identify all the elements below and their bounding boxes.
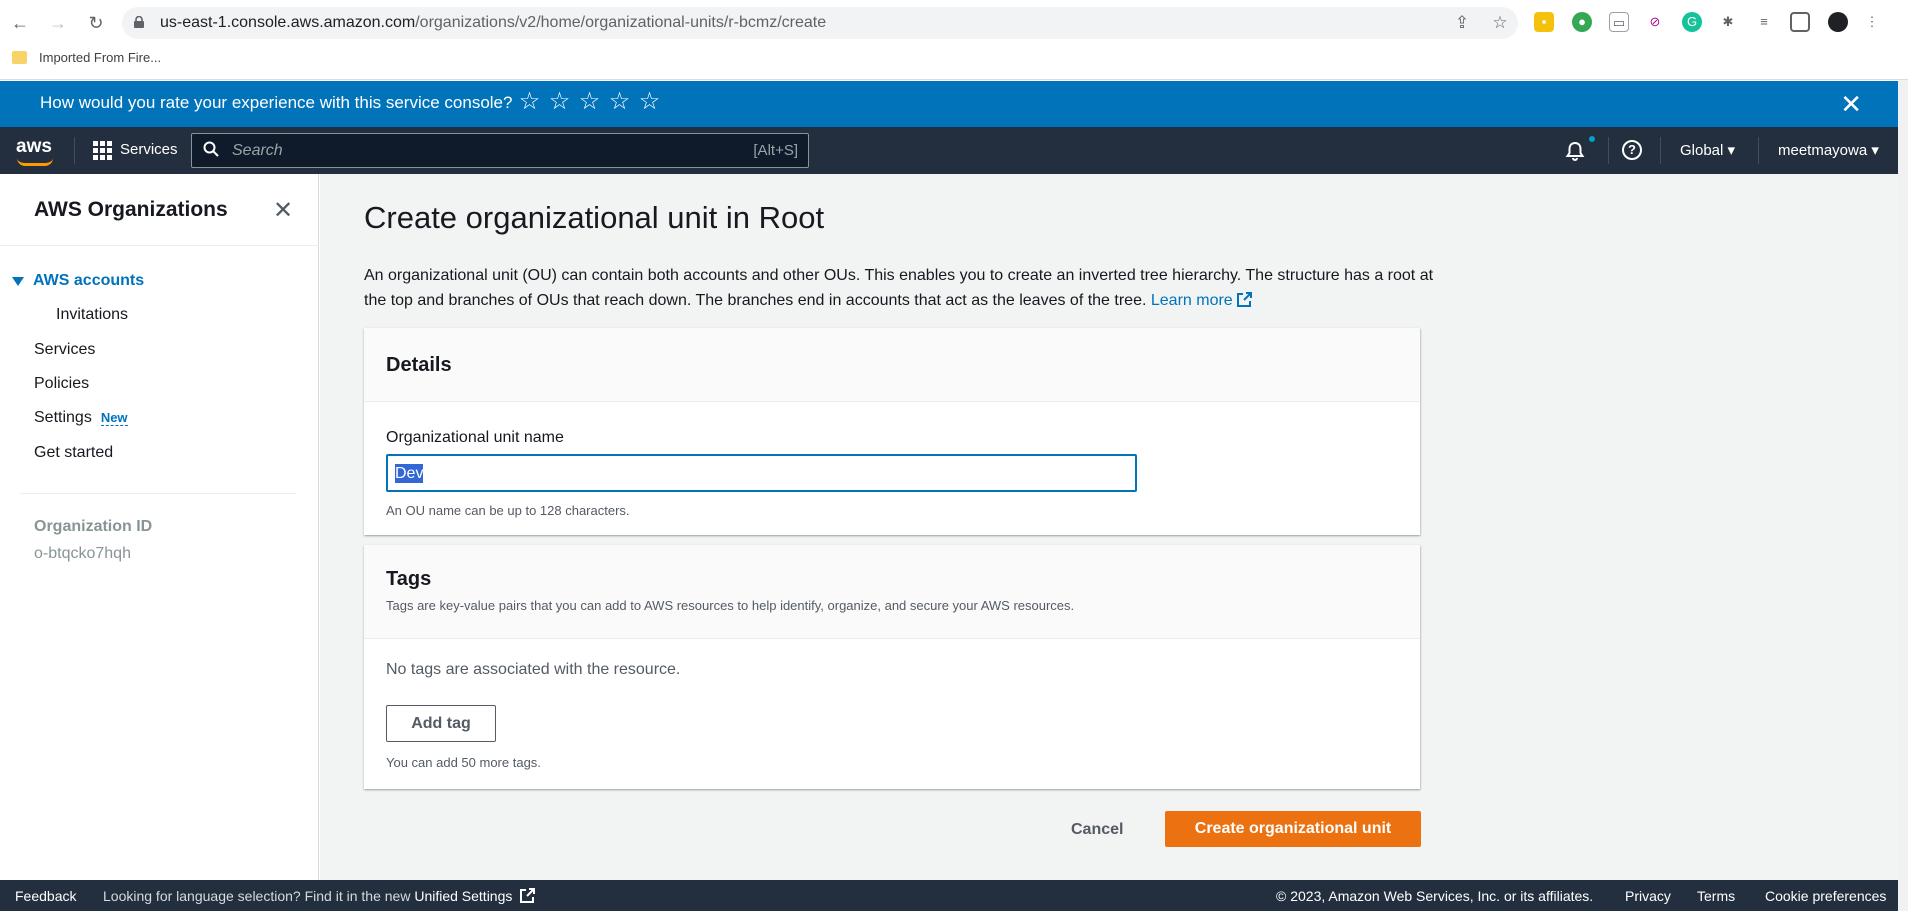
- rating-stars: ☆ ☆ ☆ ☆ ☆: [518, 90, 661, 114]
- reload-icon[interactable]: ↻: [84, 11, 108, 35]
- search-icon: [203, 141, 219, 157]
- copyright: © 2023, Amazon Web Services, Inc. or its…: [1276, 888, 1594, 904]
- ou-name-selected-text: Dev: [395, 464, 424, 483]
- nav-divider: [74, 137, 75, 164]
- browser-menu-icon[interactable]: ⋮: [1862, 12, 1882, 32]
- share-icon[interactable]: ⇪: [1452, 13, 1472, 33]
- sidebar-item-aws-accounts[interactable]: AWS accounts: [33, 272, 144, 290]
- tags-header: Tags Tags are key-value pairs that you c…: [364, 545, 1420, 639]
- feedback-banner: How would you rate your experience with …: [0, 81, 1898, 127]
- extension-keep-icon[interactable]: ▪: [1534, 12, 1554, 32]
- lock-icon: [134, 16, 144, 28]
- external-link-icon: [520, 888, 536, 903]
- create-ou-button[interactable]: Create organizational unit: [1165, 811, 1421, 847]
- page-title: Create organizational unit in Root: [364, 200, 825, 235]
- notifications-bell-icon[interactable]: [1564, 140, 1586, 162]
- org-id-value: o-btqcko7hqh: [34, 545, 131, 562]
- org-id-label: Organization ID: [34, 518, 153, 535]
- sidebar-item-get-started[interactable]: Get started: [34, 444, 113, 462]
- aws-logo[interactable]: aws: [16, 136, 53, 166]
- details-header: Details: [364, 328, 1420, 402]
- search-box[interactable]: [Alt+S]: [191, 133, 809, 168]
- star-bookmark-icon[interactable]: ☆: [1490, 13, 1510, 33]
- language-prompt: Looking for language selection? Find it …: [103, 888, 536, 904]
- close-banner-icon[interactable]: ✕: [1840, 89, 1862, 120]
- terms-link[interactable]: Terms: [1697, 888, 1735, 904]
- page-description: An organizational unit (OU) can contain …: [364, 267, 1434, 309]
- tag-limit-text: You can add 50 more tags.: [386, 755, 541, 770]
- star-icon[interactable]: ☆: [518, 90, 541, 114]
- add-tag-button[interactable]: Add tag: [386, 705, 496, 742]
- browser-chrome: ← → ↻ us-east-1.console.aws.amazon.com/o…: [0, 0, 1908, 80]
- star-icon[interactable]: ☆: [608, 90, 631, 114]
- extensions-puzzle-icon[interactable]: ✱: [1718, 12, 1738, 32]
- forward-icon[interactable]: →: [46, 11, 70, 35]
- close-sidebar-icon[interactable]: ✕: [273, 196, 293, 225]
- sidebar-title: AWS Organizations: [34, 198, 228, 221]
- sidebar-divider: [0, 245, 319, 246]
- no-tags-message: No tags are associated with the resource…: [386, 661, 681, 678]
- star-icon[interactable]: ☆: [578, 90, 601, 114]
- help-icon[interactable]: ?: [1622, 140, 1642, 160]
- star-icon[interactable]: ☆: [638, 90, 661, 114]
- extension-globe-icon[interactable]: ●: [1572, 12, 1592, 32]
- tags-heading: Tags: [386, 568, 432, 590]
- extension-screen-icon[interactable]: ▭: [1609, 12, 1629, 32]
- sidebar-item-invitations[interactable]: Invitations: [56, 306, 128, 324]
- region-selector[interactable]: Global ▾: [1680, 141, 1735, 159]
- side-navigation: AWS Organizations ✕ AWS accounts Invitat…: [0, 174, 319, 880]
- ou-name-constraint: An OU name can be up to 128 characters.: [386, 503, 630, 518]
- star-icon[interactable]: ☆: [548, 90, 571, 114]
- account-menu[interactable]: meetmayowa ▾: [1778, 141, 1879, 159]
- feedback-link[interactable]: Feedback: [15, 888, 76, 904]
- notification-dot: [1589, 136, 1595, 142]
- media-control-icon[interactable]: ≡: [1754, 12, 1774, 32]
- privacy-link[interactable]: Privacy: [1625, 888, 1671, 904]
- console-footer: Feedback Looking for language selection?…: [0, 880, 1898, 911]
- nav-divider: [1660, 137, 1661, 164]
- ou-name-input[interactable]: [386, 454, 1137, 492]
- aws-top-nav: aws Services [Alt+S] ? Global ▾ meetmayo…: [0, 127, 1898, 174]
- folder-icon: [12, 51, 27, 64]
- extension-grammarly-icon[interactable]: G: [1682, 12, 1702, 32]
- sidebar-item-settings[interactable]: Settings New: [34, 409, 128, 427]
- cookie-preferences-link[interactable]: Cookie preferences: [1765, 888, 1886, 904]
- back-icon[interactable]: ←: [8, 11, 32, 35]
- bookmark-imported[interactable]: Imported From Fire...: [12, 50, 161, 65]
- tags-panel: Tags Tags are key-value pairs that you c…: [364, 545, 1420, 789]
- nav-divider: [1758, 137, 1759, 164]
- details-heading: Details: [386, 354, 452, 376]
- new-badge: New: [100, 410, 128, 426]
- url-text: us-east-1.console.aws.amazon.com/organiz…: [160, 14, 827, 31]
- unified-settings-link[interactable]: Unified Settings: [414, 888, 512, 904]
- feedback-question: How would you rate your experience with …: [40, 93, 513, 112]
- services-menu[interactable]: Services: [120, 141, 178, 158]
- services-grid-icon[interactable]: [93, 141, 112, 160]
- learn-more-link[interactable]: Learn more: [1151, 292, 1252, 309]
- side-panel-icon[interactable]: [1790, 12, 1810, 32]
- external-link-icon: [1236, 292, 1252, 307]
- cancel-button[interactable]: Cancel: [1053, 812, 1141, 848]
- ou-name-label: Organizational unit name: [386, 429, 564, 446]
- address-bar[interactable]: us-east-1.console.aws.amazon.com/organiz…: [122, 7, 1518, 39]
- search-shortcut: [Alt+S]: [753, 142, 798, 159]
- main-content: Create organizational unit in Root An or…: [320, 174, 1898, 880]
- window-scrollbar[interactable]: [1898, 80, 1908, 911]
- extension-block-icon[interactable]: ⊘: [1645, 12, 1665, 32]
- details-panel: Details Organizational unit name Dev An …: [364, 328, 1420, 535]
- aws-smile-icon: [17, 158, 53, 166]
- sidebar-divider: [20, 493, 296, 494]
- expand-caret-icon[interactable]: [12, 277, 24, 286]
- sidebar-item-services[interactable]: Services: [34, 341, 95, 359]
- sidebar-item-policies[interactable]: Policies: [34, 375, 89, 393]
- search-input[interactable]: [232, 140, 712, 162]
- profile-avatar[interactable]: [1828, 12, 1848, 32]
- nav-divider: [1608, 137, 1609, 164]
- tags-description: Tags are key-value pairs that you can ad…: [386, 598, 1075, 613]
